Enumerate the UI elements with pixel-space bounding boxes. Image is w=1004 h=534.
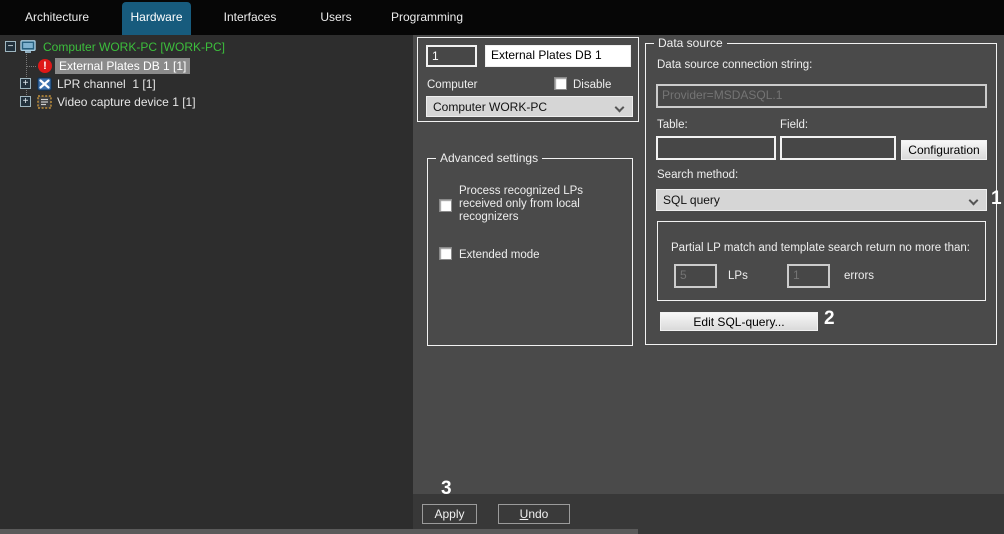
undo-button-label-rest: ndo (528, 507, 548, 521)
undo-button[interactable]: Undo (498, 504, 570, 524)
tree-row-lpr-channel[interactable]: LPR channel 1 [1] (0, 75, 413, 93)
errors-unit-label: errors (844, 270, 874, 282)
footer-bar: 3 Apply Undo (413, 494, 1004, 534)
apply-button[interactable]: Apply (422, 504, 477, 524)
callout-2: 2 (824, 308, 835, 330)
tab-hardware[interactable]: Hardware (122, 2, 191, 35)
hardware-tree-panel: Computer WORK-PC [WORK-PC] ! External Pl… (0, 35, 413, 534)
object-settings-panel: 1 External Plates DB 1 Computer Disable … (413, 35, 1004, 494)
partial-match-groupbox: Partial LP match and template search ret… (657, 221, 986, 301)
extended-mode-label: Extended mode (459, 249, 609, 262)
connection-string-label: Data source connection string: (657, 59, 812, 71)
identity-groupbox: 1 External Plates DB 1 Computer Disable … (417, 37, 639, 122)
video-capture-icon (36, 94, 52, 109)
tree-item-label: Video capture device 1 [1] (57, 95, 196, 109)
connection-string-field[interactable]: Provider=MSDASQL.1 (656, 84, 987, 108)
main-tab-bar: Architecture Hardware Interfaces Users P… (0, 0, 1004, 35)
advanced-settings-title: Advanced settings (436, 151, 542, 165)
lps-unit-label: LPs (728, 270, 748, 282)
extended-mode-checkbox[interactable] (439, 247, 452, 260)
tab-interfaces[interactable]: Interfaces (205, 0, 295, 35)
computer-icon (20, 39, 36, 54)
window-bottom-edge (0, 529, 638, 534)
disable-checkbox[interactable] (554, 77, 567, 90)
tree-row-external-plates-db[interactable]: ! External Plates DB 1 [1] (0, 57, 413, 75)
computer-select-value: Computer WORK-PC (433, 100, 547, 114)
tree-item-label: External Plates DB 1 [1] (55, 58, 190, 74)
partial-match-label: Partial LP match and template search ret… (671, 242, 970, 254)
lps-count-field[interactable]: 5 (674, 264, 717, 288)
search-method-label: Search method: (657, 169, 738, 181)
search-method-select[interactable]: SQL query (656, 189, 987, 211)
chevron-down-icon (615, 103, 625, 113)
tree-row-computer[interactable]: Computer WORK-PC [WORK-PC] (0, 38, 413, 56)
alert-icon: ! (37, 58, 53, 73)
tree-item-label: Computer WORK-PC [WORK-PC] (43, 40, 225, 54)
process-lps-checkbox[interactable] (439, 199, 452, 212)
search-method-value: SQL query (663, 193, 720, 207)
tab-users[interactable]: Users (301, 0, 371, 35)
callout-3: 3 (441, 478, 452, 500)
callout-1: 1 (991, 188, 1002, 210)
edit-sql-query-button[interactable]: Edit SQL-query... (660, 312, 818, 331)
disable-label: Disable (573, 79, 611, 91)
data-source-groupbox: Data source Data source connection strin… (645, 43, 997, 345)
table-label: Table: (657, 119, 688, 131)
object-name-field[interactable]: External Plates DB 1 (485, 45, 631, 67)
tree-row-video-capture[interactable]: Video capture device 1 [1] (0, 93, 413, 111)
data-source-title: Data source (654, 36, 727, 50)
field-label: Field: (780, 119, 808, 131)
tab-programming[interactable]: Programming (382, 0, 472, 35)
errors-count-field[interactable]: 1 (787, 264, 830, 288)
configuration-button[interactable]: Configuration (901, 140, 987, 160)
process-lps-label: Process recognized LPs received only fro… (459, 185, 585, 225)
tab-architecture[interactable]: Architecture (10, 0, 104, 35)
undo-button-label: U (520, 507, 529, 521)
computer-label: Computer (427, 79, 478, 91)
lpr-channel-icon (36, 76, 52, 91)
tree-item-label: LPR channel 1 [1] (57, 77, 156, 91)
advanced-settings-groupbox: Advanced settings Process recognized LPs… (427, 158, 633, 346)
table-field[interactable] (656, 136, 776, 160)
expand-plus-icon[interactable] (20, 78, 31, 89)
app-window: Architecture Hardware Interfaces Users P… (0, 0, 1004, 534)
field-field[interactable] (780, 136, 896, 160)
computer-select[interactable]: Computer WORK-PC (426, 96, 633, 117)
chevron-down-icon (969, 196, 979, 206)
collapse-minus-icon[interactable] (5, 41, 16, 52)
object-id-field[interactable]: 1 (426, 45, 477, 67)
expand-plus-icon[interactable] (20, 96, 31, 107)
